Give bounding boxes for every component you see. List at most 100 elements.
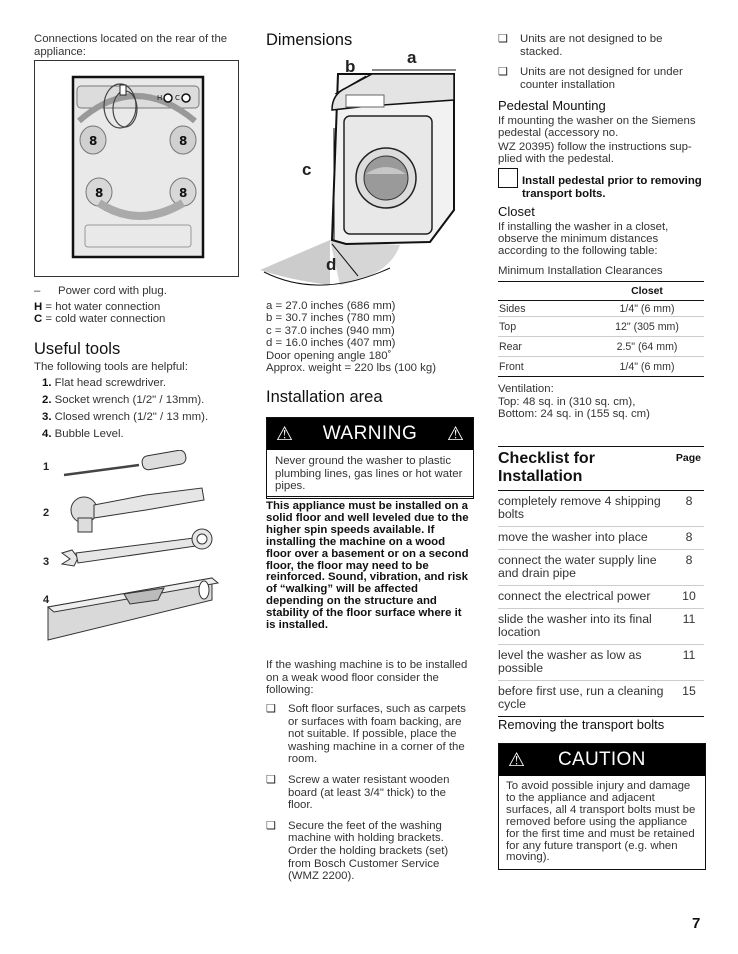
caution-banner: ⚠ CAUTION	[499, 744, 705, 776]
tool-number: 2.	[42, 394, 52, 406]
weak-floor-intro: If the washing machine is to be installe…	[266, 659, 468, 697]
checklist-rows: completely remove 4 shipping bolts 8 move …	[498, 491, 704, 716]
checklist-page: 11	[682, 612, 696, 626]
tool-text: Flat head screwdriver.	[54, 377, 167, 389]
floor-requirement-paragraph: This appliance must be installed on a so…	[266, 500, 469, 632]
clearances-table-title: Minimum Installation Clearances	[498, 265, 663, 277]
weak-floor-item-text: Secure the feet of the washing machine w…	[288, 819, 449, 883]
clearances-table: Closet Sides 1/4" (6 mm) Top 12" (305 mm…	[498, 281, 704, 377]
clearance-value: 2.5" (64 mm)	[616, 340, 678, 353]
checklist-page-header: Page	[675, 452, 701, 464]
header-cell	[498, 282, 590, 301]
ventilation-bottom: Bottom: 24 sq. in (155 sq. cm)	[498, 408, 650, 421]
clearances-table-header: Closet	[498, 282, 704, 301]
weak-floor-item-text: Screw a water resistant wooden board (at…	[288, 773, 450, 812]
screwdriver-icon	[63, 450, 187, 477]
clearance-value: 12" (305 mm)	[615, 320, 679, 333]
ventilation-top: Top: 48 sq. in (310 sq. cm),	[498, 396, 636, 409]
caution-triangle-icon: ⚠	[508, 749, 526, 771]
checklist-task: level the washer as low as possible	[498, 648, 642, 675]
useful-tools-heading: Useful tools	[34, 340, 121, 358]
legend-text: Power cord with plug.	[58, 285, 167, 297]
warning-text: Never ground the washer to plastic plumb…	[275, 455, 463, 493]
tool-item: 1. Flat head screwdriver.	[34, 377, 244, 389]
clearance-value: 1/4" (6 mm)	[619, 302, 675, 315]
clearances-row: Rear 2.5" (64 mm)	[498, 337, 704, 357]
checklist-page: 11	[682, 648, 696, 662]
rear-appliance-illustration: 8 8 8 8 H C	[71, 75, 205, 259]
checklist-row: slide the washer into its final location…	[498, 609, 704, 645]
pedestal-note: Install pedestal prior to removing trans…	[522, 175, 702, 201]
legend-key: C	[34, 313, 43, 326]
note-box-icon	[498, 168, 518, 188]
useful-tools-intro: The following tools are helpful:	[34, 361, 188, 373]
weak-floor-item-text: Soft floor surfaces, such as carpets or …	[288, 703, 466, 766]
closed-wrench-icon	[60, 528, 213, 567]
pedestal-heading: Pedestal Mounting	[498, 98, 606, 113]
legend-text: = cold water connection	[45, 313, 166, 326]
legend-key: H	[34, 300, 43, 313]
legend-text: = hot water connection	[45, 300, 161, 313]
tool-text: Closed wrench (1/2" / 13 mm).	[54, 411, 209, 423]
checklist-page: 8	[685, 553, 693, 567]
checklist-page: 8	[685, 530, 693, 544]
checklist-task: before first use, run a cleaning cycle	[498, 684, 664, 711]
dimension-value: d = 16.0 inches (407 mm)	[266, 337, 396, 350]
legend-item-hot: H = hot water connection	[34, 301, 239, 314]
installation-area-heading: Installation area	[266, 388, 383, 406]
connections-legend: – Power cord with plug. H = hot water co…	[34, 285, 239, 326]
checkbox-bullet-icon: ❑	[266, 703, 276, 715]
clearance-label: Top	[499, 320, 517, 333]
warning-triangle-icon: ⚠	[276, 423, 294, 445]
legend-item-cold: C = cold water connection	[34, 313, 239, 326]
svg-text:8: 8	[95, 186, 103, 200]
weak-floor-list: ❑ Soft floor surfaces, such as carpets o…	[266, 703, 472, 883]
clearances-row: Front 1/4" (6 mm)	[498, 357, 704, 377]
checklist-task: connect the water supply line and drain …	[498, 553, 657, 580]
checklist-row: completely remove 4 shipping bolts 8	[498, 491, 704, 527]
checklist-page: 10	[682, 589, 696, 603]
clearance-label: Front	[499, 360, 524, 373]
socket-wrench-icon	[70, 487, 205, 533]
checklist-task: slide the washer into its final location	[498, 612, 652, 639]
tool-item: 4. Bubble Level.	[34, 428, 244, 440]
checklist-row: move the washer into place 8	[498, 527, 704, 550]
tool-item: 2. Socket wrench (1/2" / 13mm).	[34, 394, 244, 406]
caution-title: CAUTION	[558, 749, 646, 770]
ventilation-label: Ventilation:	[498, 383, 554, 395]
checklist-row: level the washer as low as possible 11	[498, 645, 704, 681]
unit-note: ❑ Units are not designed for under count…	[498, 66, 704, 91]
legend-key: –	[34, 285, 41, 297]
unit-note: ❑ Units are not designed to be stacked.	[498, 33, 704, 58]
tool-text: Socket wrench (1/2" / 13mm).	[54, 394, 205, 406]
dimension-value: a = 27.0 inches (686 mm)	[266, 300, 396, 312]
closet-text: If installing the washer in a closet, ob…	[498, 221, 669, 257]
dimension-values: a = 27.0 inches (686 mm) b = 30.7 inches…	[266, 300, 476, 374]
unit-notes: ❑ Units are not designed to be stacked. …	[498, 33, 704, 91]
divider	[266, 496, 474, 497]
page-number: 7	[692, 915, 701, 932]
checkbox-bullet-icon: ❑	[266, 819, 276, 832]
pedestal-text-2: WZ 20395) follow the instructions sup-pl…	[498, 141, 692, 165]
warning-title: WARNING	[322, 423, 418, 444]
dimension-label-b: b	[345, 57, 356, 76]
dimension-label-c: c	[302, 160, 312, 179]
dimension-label-d: d	[326, 255, 337, 274]
checkbox-bullet-icon: ❑	[498, 33, 508, 45]
tool-number: 4.	[42, 428, 52, 440]
tool-number: 1.	[42, 377, 52, 389]
checklist-title: Checklist for Installation	[498, 450, 595, 485]
checklist-task: move the washer into place	[498, 530, 648, 544]
weak-floor-item: ❑ Soft floor surfaces, such as carpets o…	[266, 703, 472, 766]
ventilation-info: Ventilation: Top: 48 sq. in (310 sq. cm)…	[498, 383, 704, 421]
checklist-task: completely remove 4 shipping bolts	[498, 494, 661, 521]
useful-tools-list: 1. Flat head screwdriver. 2. Socket wren…	[34, 377, 244, 445]
bubble-level-icon	[46, 577, 220, 641]
rear-appliance-figure: 8 8 8 8 H C	[34, 60, 239, 277]
connections-intro: Connections located on the rear of the a…	[34, 33, 228, 58]
svg-text:H: H	[157, 94, 162, 102]
svg-text:8: 8	[179, 134, 187, 148]
clearances-row: Sides 1/4" (6 mm)	[498, 301, 704, 317]
clearances-row: Top 12" (305 mm)	[498, 317, 704, 337]
svg-text:8: 8	[179, 186, 187, 200]
